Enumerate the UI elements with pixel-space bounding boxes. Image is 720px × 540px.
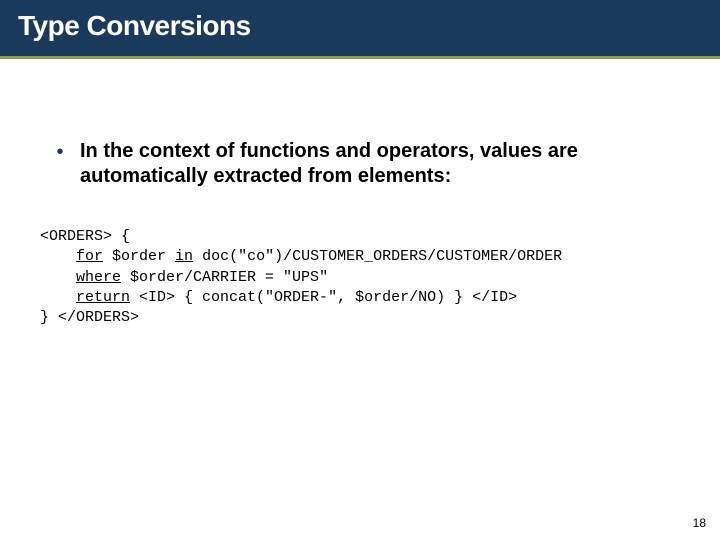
code-text: <ID> { concat("ORDER-", $order/NO) } </I…	[130, 289, 517, 306]
code-block: <ORDERS> { for $order in doc("co")/CUSTO…	[40, 227, 680, 328]
bullet-item: • In the context of functions and operat…	[40, 139, 680, 189]
bullet-text: In the context of functions and operator…	[80, 139, 680, 189]
code-keyword-where: where	[76, 269, 121, 286]
slide-header: Type Conversions	[0, 0, 720, 59]
code-text: $order	[103, 248, 175, 265]
code-line-1: <ORDERS> {	[40, 228, 130, 245]
page-number: 18	[693, 516, 706, 530]
code-line-5: } </ORDERS>	[40, 309, 139, 326]
code-text: doc("co")/CUSTOMER_ORDERS/CUSTOMER/ORDER	[193, 248, 562, 265]
slide-title: Type Conversions	[18, 10, 702, 42]
slide-content: • In the context of functions and operat…	[0, 59, 720, 328]
code-keyword-for: for	[76, 248, 103, 265]
code-text: $order/CARRIER = "UPS"	[121, 269, 328, 286]
bullet-marker: •	[40, 139, 80, 165]
code-keyword-return: return	[76, 289, 130, 306]
code-keyword-in: in	[175, 248, 193, 265]
